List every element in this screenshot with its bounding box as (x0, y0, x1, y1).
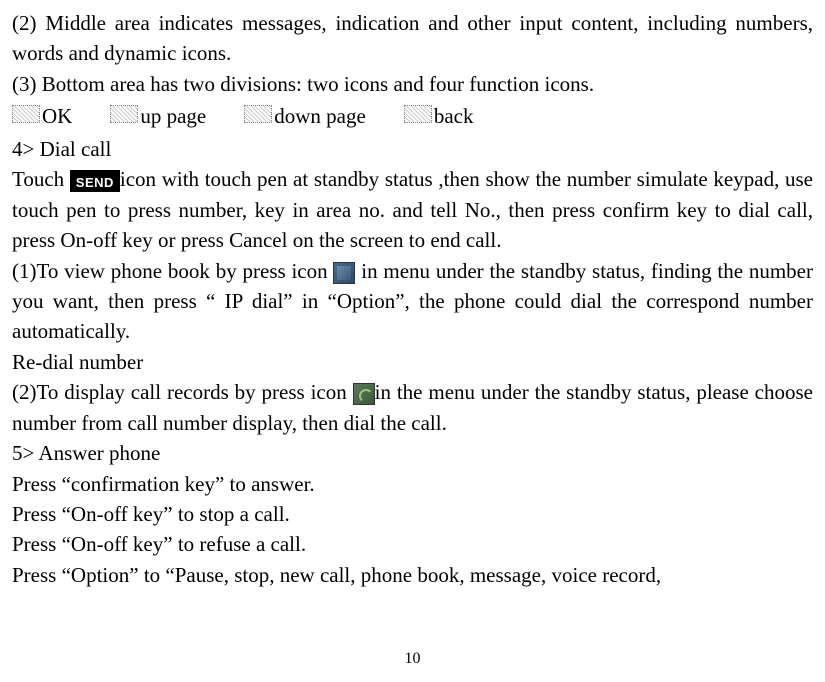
back-icon (404, 105, 432, 123)
s4-2-pre: (2)To display call records by press icon (12, 380, 353, 404)
section-5-line-1: Press “confirmation key” to answer. (12, 469, 813, 499)
down-page-icon (244, 105, 272, 123)
paragraph-2: (2) Middle area indicates messages, indi… (12, 8, 813, 69)
paragraph-3: (3) Bottom area has two divisions: two i… (12, 69, 813, 99)
section-5-line-4: Press “Option” to “Pause, stop, new call… (12, 560, 813, 590)
section-4-1: (1)To view phone book by press icon in m… (12, 256, 813, 347)
up-page-label: up page (140, 101, 206, 131)
section-4-2: (2)To display call records by press icon… (12, 377, 813, 438)
call-records-icon (353, 383, 375, 405)
section-5-line-2: Press “On-off key” to stop a call. (12, 499, 813, 529)
ok-label: OK (42, 101, 72, 131)
ok-icon (12, 105, 40, 123)
down-page-icon-group: down page (244, 101, 366, 131)
section-5-title: 5> Answer phone (12, 438, 813, 468)
section-4-title: 4> Dial call (12, 134, 813, 164)
phonebook-menu-icon (333, 262, 355, 284)
s4-1-pre: (1)To view phone book by press icon (12, 259, 333, 283)
document-content: (2) Middle area indicates messages, indi… (12, 8, 813, 590)
back-label: back (434, 101, 474, 131)
redial-title: Re-dial number (12, 347, 813, 377)
page-number: 10 (0, 647, 825, 670)
up-page-icon-group: up page (110, 101, 206, 131)
section-5-line-3: Press “On-off key” to refuse a call. (12, 529, 813, 559)
function-icons-row: OK up page down page back (12, 101, 813, 131)
section-4-touch: Touch SENDicon with touch pen at standby… (12, 164, 813, 255)
send-icon: SEND (70, 170, 120, 192)
back-icon-group: back (404, 101, 474, 131)
down-page-label: down page (274, 101, 366, 131)
ok-icon-group: OK (12, 101, 72, 131)
touch-text-pre: Touch (12, 167, 70, 191)
touch-text-post: icon with touch pen at standby status ,t… (12, 167, 813, 252)
up-page-icon (110, 105, 138, 123)
